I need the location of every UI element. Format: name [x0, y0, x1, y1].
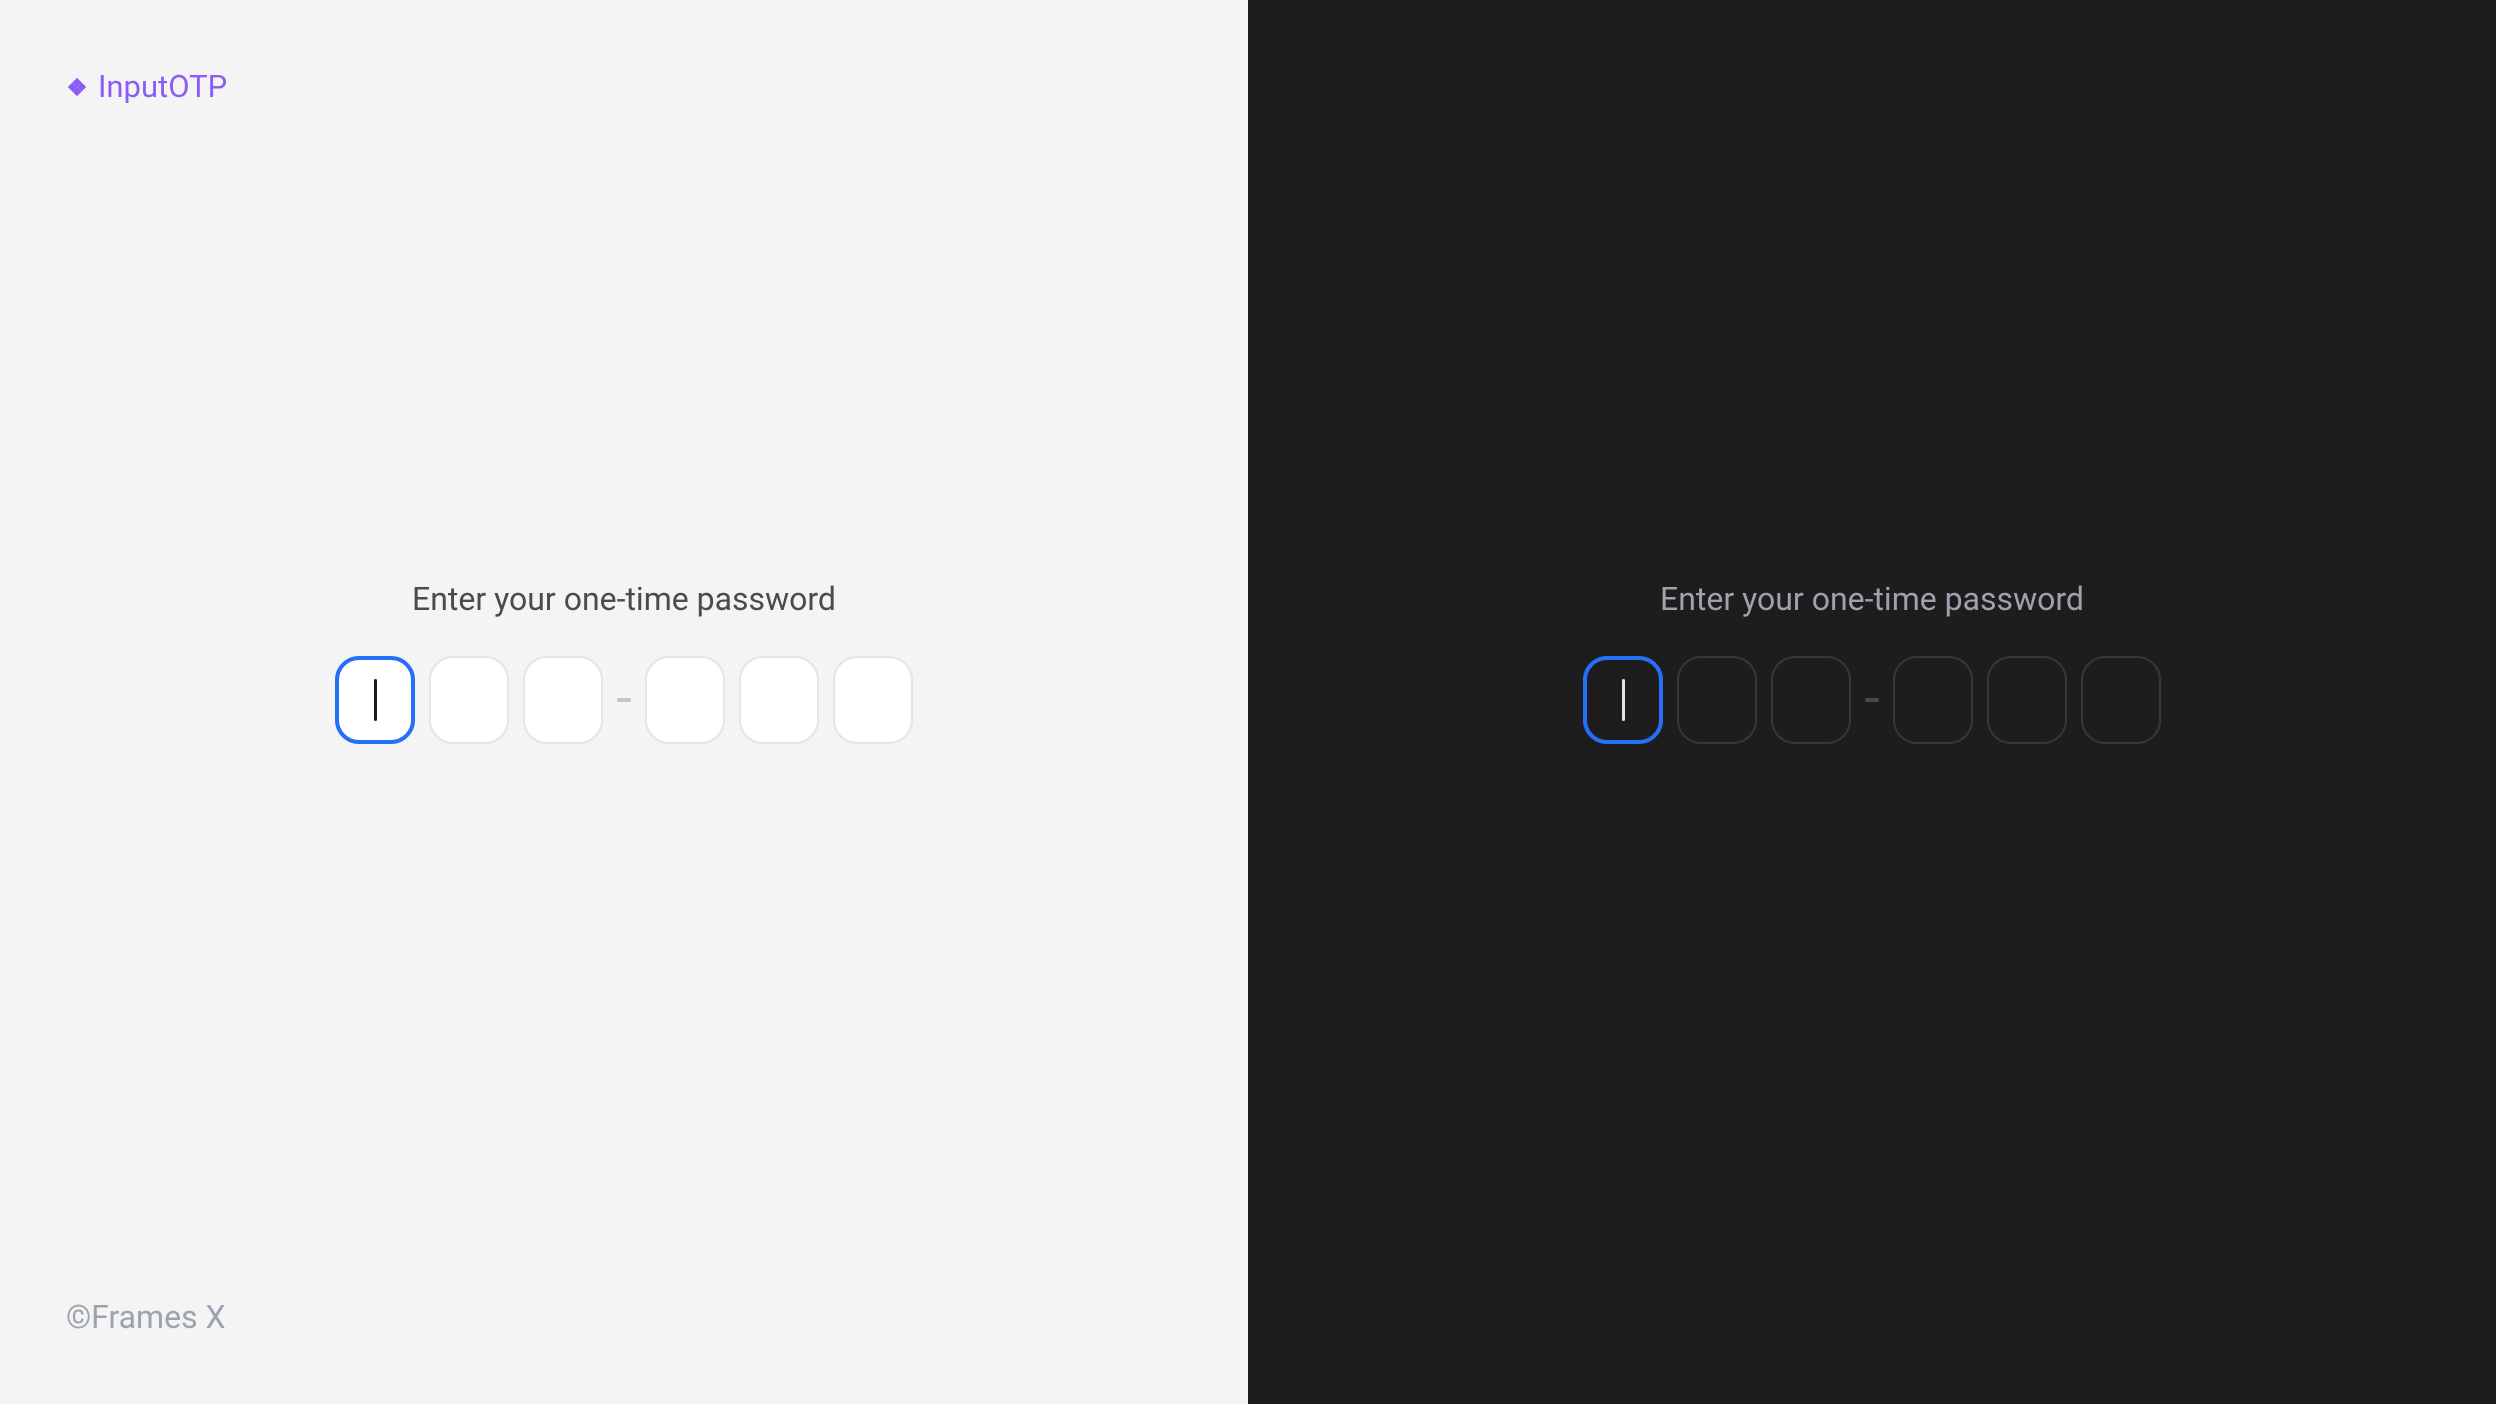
otp-separator	[617, 698, 631, 702]
otp-input-2[interactable]	[429, 656, 509, 744]
text-cursor	[374, 679, 377, 721]
light-panel: InputOTP Enter your one-time password ©F…	[0, 0, 1248, 1404]
otp-separator	[1865, 698, 1879, 702]
otp-input-2[interactable]	[1677, 656, 1757, 744]
text-cursor	[1622, 679, 1625, 721]
header: InputOTP	[66, 68, 227, 105]
otp-input-4[interactable]	[645, 656, 725, 744]
otp-inputs	[335, 656, 913, 744]
otp-container-light: Enter your one-time password	[335, 580, 913, 744]
otp-input-6[interactable]	[2081, 656, 2161, 744]
otp-input-3[interactable]	[1771, 656, 1851, 744]
component-title: InputOTP	[98, 68, 227, 105]
otp-label: Enter your one-time password	[1660, 580, 2084, 618]
otp-label: Enter your one-time password	[412, 580, 836, 618]
otp-inputs	[1583, 656, 2161, 744]
otp-input-5[interactable]	[739, 656, 819, 744]
otp-input-3[interactable]	[523, 656, 603, 744]
otp-input-5[interactable]	[1987, 656, 2067, 744]
otp-input-1[interactable]	[1583, 656, 1663, 744]
footer-copyright: ©Frames X	[66, 1298, 226, 1336]
otp-input-4[interactable]	[1893, 656, 1973, 744]
otp-input-1[interactable]	[335, 656, 415, 744]
otp-container-dark: Enter your one-time password	[1583, 580, 2161, 744]
dark-panel: Enter your one-time password	[1248, 0, 2496, 1404]
diamond-icon	[66, 76, 88, 98]
otp-input-6[interactable]	[833, 656, 913, 744]
